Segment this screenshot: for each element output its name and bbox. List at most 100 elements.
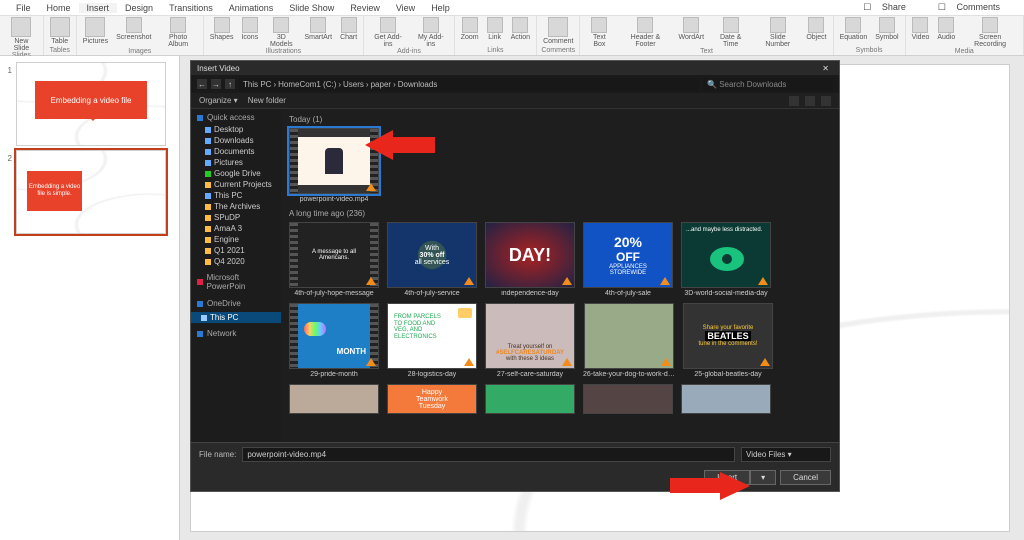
sidebar-item-archives[interactable]: The Archives [191, 201, 281, 212]
help-icon[interactable] [821, 96, 831, 106]
sidebar-item-projects[interactable]: Current Projects [191, 179, 281, 190]
nav-up-button[interactable]: ↑ [225, 79, 235, 89]
file-tile[interactable] [681, 384, 771, 414]
filename-input[interactable]: powerpoint-video.mp4 [242, 447, 735, 462]
wordart-button[interactable]: WordArt [676, 17, 706, 41]
sidebar-item-downloads[interactable]: Downloads [191, 135, 281, 146]
file-tile[interactable]: Share your favoriteBEATLEStune in the co… [683, 303, 773, 378]
share-button[interactable]: ☐ Share [855, 2, 922, 13]
slide-number: 2 [4, 150, 12, 234]
slide-thumbnails-panel: 1 Embedding a video file 2 Embedding a v… [0, 56, 180, 540]
symbol-button[interactable]: Symbol [873, 17, 900, 41]
link-button[interactable]: Link [485, 17, 505, 41]
textbox-button[interactable]: Text Box [584, 17, 614, 48]
dialog-address-bar: ← → ↑ This PC› HomeCom1 (C:)› Users› pap… [191, 75, 839, 93]
insert-dropdown-button[interactable]: ▾ [750, 470, 776, 485]
new-slide-button[interactable]: New Slide [4, 17, 39, 52]
breadcrumb[interactable]: This PC› HomeCom1 (C:)› Users› paper› Do… [239, 78, 699, 91]
sidebar-item-amaa[interactable]: AmaA 3 [191, 223, 281, 234]
icons-button[interactable]: Icons [239, 17, 260, 41]
nav-forward-button[interactable]: → [211, 79, 221, 89]
sidebar-item-thispc-q[interactable]: This PC [191, 190, 281, 201]
tab-design[interactable]: Design [117, 3, 161, 13]
sidebar-item-desktop[interactable]: Desktop [191, 124, 281, 135]
my-addins-button[interactable]: My Add-ins [412, 17, 450, 48]
file-tile[interactable]: MONTH29-pride-month [289, 303, 379, 378]
search-input[interactable]: 🔍 Search Downloads [703, 78, 833, 91]
tab-slideshow[interactable]: Slide Show [281, 3, 342, 13]
screenshot-button[interactable]: Screenshot [114, 17, 153, 41]
file-tile[interactable] [485, 384, 575, 414]
file-tile[interactable]: FROM PARCELSTO FOOD ANDVEG, ANDELECTRONI… [387, 303, 477, 378]
photo-album-button[interactable]: Photo Album [158, 17, 199, 48]
slide-thumbnail-1[interactable]: Embedding a video file [16, 62, 166, 146]
sidebar-item-spudp[interactable]: SPuDP [191, 212, 281, 223]
file-tile[interactable] [583, 384, 673, 414]
slide-thumbnail-2[interactable]: Embedding a video file is simple. [16, 150, 166, 234]
3d-models-button[interactable]: 3D Models [264, 17, 298, 48]
sidebar-network[interactable]: Network [191, 327, 281, 340]
shapes-button[interactable]: Shapes [208, 17, 236, 41]
slide-number: 1 [4, 62, 12, 146]
dialog-toolbar: Organize ▾ New folder [191, 93, 839, 109]
header-footer-button[interactable]: Header & Footer [618, 17, 672, 48]
file-tile[interactable]: Happy Teamwork Tuesday [387, 384, 477, 414]
sidebar-item-gdrive[interactable]: Google Drive [191, 168, 281, 179]
file-tile[interactable]: DAY!independence-day [485, 222, 575, 297]
equation-button[interactable]: Equation [838, 17, 870, 41]
sidebar-thispc[interactable]: This PC [191, 312, 281, 323]
get-addins-button[interactable]: Get Add-ins [368, 17, 408, 48]
comments-button[interactable]: ☐ Comments [930, 2, 1016, 13]
slide-1-title: Embedding a video file [35, 81, 147, 119]
dialog-filename-row: File name: powerpoint-video.mp4 Video Fi… [191, 442, 839, 466]
file-tile[interactable]: ...and maybe less distracted.3D-world-so… [681, 222, 771, 297]
dialog-title: Insert Video [197, 64, 240, 73]
tab-review[interactable]: Review [342, 3, 388, 13]
tab-transitions[interactable]: Transitions [161, 3, 221, 13]
close-icon[interactable]: ✕ [818, 64, 833, 73]
file-tile[interactable]: A message to all Americans.4th-of-july-h… [289, 222, 379, 297]
slide-number-button[interactable]: Slide Number [755, 17, 800, 48]
table-button[interactable]: Table [48, 17, 72, 45]
smartart-button[interactable]: SmartArt [302, 17, 334, 41]
sidebar-item-q4[interactable]: Q4 2020 [191, 256, 281, 267]
tab-help[interactable]: Help [423, 3, 458, 13]
comment-button[interactable]: Comment [541, 17, 575, 45]
quick-access-header[interactable]: Quick access [191, 111, 281, 124]
tab-insert[interactable]: Insert [79, 3, 118, 13]
audio-button[interactable]: Audio [935, 17, 957, 41]
chart-button[interactable]: Chart [338, 17, 359, 41]
sidebar-item-pictures[interactable]: Pictures [191, 157, 281, 168]
file-type-filter[interactable]: Video Files ▾ [741, 447, 831, 462]
cancel-button[interactable]: Cancel [780, 470, 831, 485]
object-button[interactable]: Object [804, 17, 828, 41]
insert-video-dialog: Insert Video ✕ ← → ↑ This PC› HomeCom1 (… [190, 60, 840, 492]
tab-view[interactable]: View [388, 3, 423, 13]
action-button[interactable]: Action [509, 17, 532, 41]
tab-animations[interactable]: Animations [221, 3, 282, 13]
file-tile[interactable]: 20%OFFAPPLIANCESSTOREWIDE4th-of-july-sal… [583, 222, 673, 297]
file-tile[interactable]: Treat yourself on#SELFCARESATURDAYwith t… [485, 303, 575, 378]
screen-recording-button[interactable]: Screen Recording [961, 17, 1019, 48]
sidebar-item-q1[interactable]: Q1 2021 [191, 245, 281, 256]
sidebar-item-engine[interactable]: Engine [191, 234, 281, 245]
zoom-button[interactable]: Zoom [459, 17, 481, 41]
new-folder-button[interactable]: New folder [248, 96, 286, 105]
tab-file[interactable]: File [8, 3, 39, 13]
file-tile[interactable]: 26-take-your-dog-to-work-day [583, 303, 675, 378]
dialog-sidebar: Quick access Desktop Downloads Documents… [191, 109, 281, 442]
sidebar-powerpoint[interactable]: Microsoft PowerPoin [191, 271, 281, 293]
tab-home[interactable]: Home [39, 3, 79, 13]
sidebar-onedrive[interactable]: OneDrive [191, 297, 281, 310]
video-button[interactable]: Video [910, 17, 932, 41]
file-tile[interactable]: With30% offall services4th-of-july-servi… [387, 222, 477, 297]
view-large-icon[interactable] [805, 96, 815, 106]
nav-back-button[interactable]: ← [197, 79, 207, 89]
date-time-button[interactable]: Date & Time [710, 17, 751, 48]
section-old: A long time ago (236) [289, 209, 831, 218]
view-icon[interactable] [789, 96, 799, 106]
file-tile[interactable] [289, 384, 379, 414]
pictures-button[interactable]: Pictures [81, 17, 110, 45]
organize-button[interactable]: Organize ▾ [199, 96, 238, 105]
sidebar-item-documents[interactable]: Documents [191, 146, 281, 157]
